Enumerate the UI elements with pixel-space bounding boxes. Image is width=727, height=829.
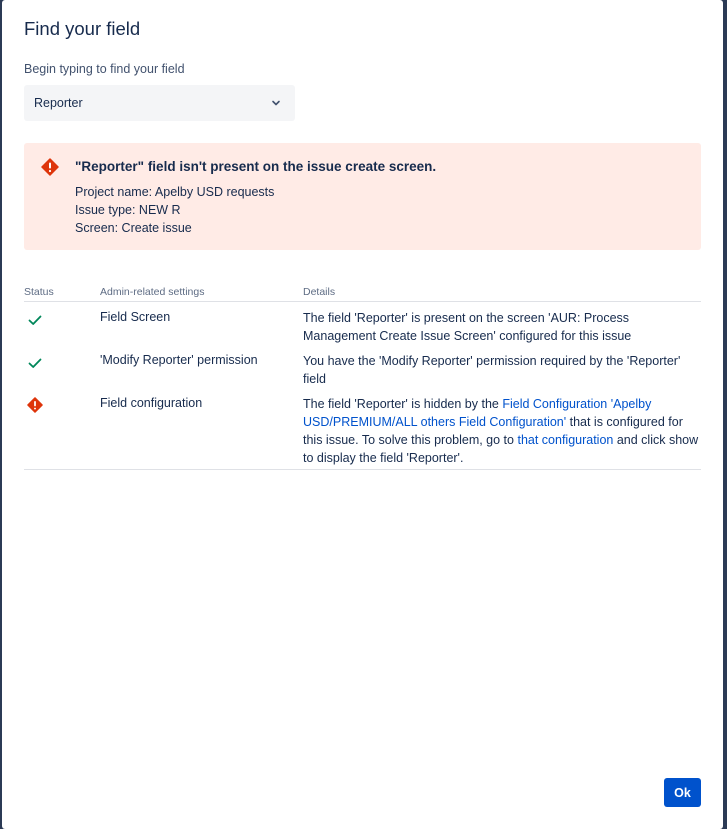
error-alert: "Reporter" field isn't present on the is… <box>24 143 701 250</box>
table-bottom-divider <box>24 469 701 470</box>
details-text: The field 'Reporter' is hidden by the <box>303 397 503 411</box>
error-icon <box>27 397 43 413</box>
alert-project: Project name: Apelby USD requests <box>75 185 275 199</box>
find-field-dialog: Find your field Begin typing to find you… <box>2 0 723 829</box>
setting-name: Field configuration <box>100 396 203 410</box>
setting-name: 'Modify Reporter' permission <box>100 353 258 367</box>
alert-title: "Reporter" field isn't present on the is… <box>75 159 437 174</box>
setting-details: You have the 'Modify Reporter' permissio… <box>303 354 681 386</box>
checkmark-icon <box>28 358 42 368</box>
alert-screen: Screen: Create issue <box>75 221 192 235</box>
chevron-down-icon <box>272 100 280 106</box>
header-admin-settings: Admin-related settings <box>100 286 205 298</box>
field-select-value: Reporter <box>34 96 83 110</box>
setting-details: The field 'Reporter' is hidden by the Fi… <box>303 395 703 467</box>
setting-name: Field Screen <box>100 310 171 324</box>
error-icon <box>41 158 59 176</box>
header-divider <box>24 301 701 302</box>
alert-issue-type: Issue type: NEW R <box>75 203 181 217</box>
dialog-title: Find your field <box>24 18 141 39</box>
that-configuration-link[interactable]: that configuration <box>517 433 613 447</box>
field-select[interactable]: Reporter <box>24 85 295 121</box>
search-field-label: Begin typing to find your field <box>24 62 185 76</box>
header-status: Status <box>24 286 54 298</box>
checkmark-icon <box>28 315 42 325</box>
setting-details: The field 'Reporter' is present on the s… <box>303 311 632 343</box>
header-details: Details <box>303 286 336 298</box>
ok-button[interactable]: Ok <box>664 778 701 807</box>
